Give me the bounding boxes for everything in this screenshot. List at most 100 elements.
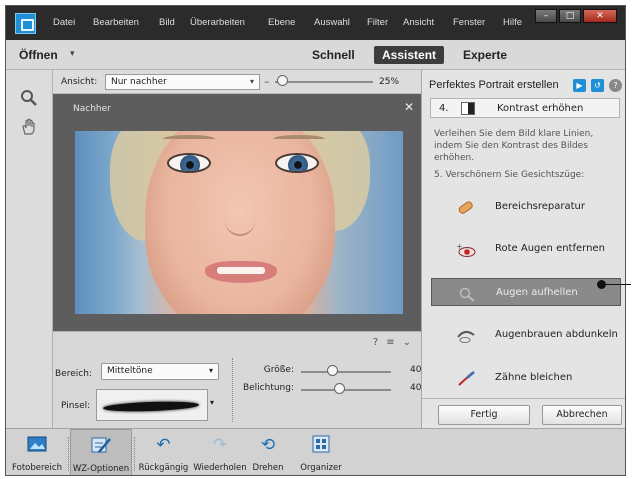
panel-icons: ▶ ↺ ? [573, 79, 622, 92]
tool-options-panel: ? ≡ ⌄ Bereich: Mitteltöne ▾ Pinsel: ▾ Gr… [53, 331, 421, 428]
belichtung-slider-track[interactable] [301, 389, 391, 391]
bereich-select[interactable]: Mitteltöne ▾ [101, 363, 219, 380]
undo-button[interactable]: ↶ Rückgängig [136, 429, 191, 475]
close-icon[interactable]: ✕ [404, 100, 414, 114]
close-window-button[interactable]: ✕ [583, 9, 617, 23]
groesse-slider-handle[interactable] [327, 365, 338, 376]
action-augen-aufhellen[interactable]: Augen aufhellen [431, 278, 621, 306]
pinsel-label: Pinsel: [61, 401, 91, 411]
zoom-out-icon[interactable]: – [264, 75, 270, 88]
action-zaehne-bleichen[interactable]: Zähne bleichen [431, 364, 621, 392]
groesse-value: 40 [410, 365, 422, 375]
window-controls: – □ ✕ [535, 9, 617, 23]
mode-bar: Öffnen ▾ Schnell Assistent Experte [6, 40, 625, 70]
fotobereich-button[interactable]: Fotobereich [8, 429, 66, 475]
step-description: Verleihen Sie dem Bild klare Linien, ind… [434, 129, 594, 163]
menu-filter[interactable]: Filter [367, 17, 388, 28]
step-4-row[interactable]: 4. Kontrast erhöhen [430, 98, 620, 118]
organizer-label: Organizer [300, 463, 342, 473]
open-dropdown-caret-icon[interactable]: ▾ [70, 49, 75, 59]
tool-options-icons: ? ≡ ⌄ [373, 337, 411, 348]
zoom-slider-handle[interactable] [277, 75, 288, 86]
portrait-photo[interactable] [75, 131, 403, 314]
fotobereich-label: Fotobereich [12, 463, 62, 473]
zoom-percent: 25% [379, 77, 400, 87]
section-label: 5. Verschönern Sie Gesichtszüge: [434, 170, 585, 180]
play-icon[interactable]: ▶ [573, 79, 586, 92]
whiten-teeth-icon [455, 370, 477, 388]
tab-assistent[interactable]: Assistent [374, 46, 445, 64]
toolbox [6, 70, 53, 428]
action-label: Bereichsreparatur [495, 201, 586, 212]
rotate-icon: ⟲ [260, 435, 276, 455]
help-icon[interactable]: ? [609, 79, 622, 92]
action-label: Zähne bleichen [495, 372, 573, 383]
bottom-task-bar: Fotobereich WZ-Optionen ↶ Rückgängig ↷ W… [6, 428, 625, 475]
tab-experte[interactable]: Experte [463, 48, 507, 62]
divider [134, 437, 135, 471]
rotate-button[interactable]: ⟲ Drehen [250, 429, 286, 475]
menu-ueberarbeiten[interactable]: Überarbeiten [190, 17, 245, 28]
view-select-value: Nur nachher [111, 77, 167, 87]
action-bereichsreparatur[interactable]: Bereichsreparatur [431, 193, 621, 221]
organizer-button[interactable]: Organizer [295, 429, 347, 475]
wz-optionen-button[interactable]: WZ-Optionen [70, 429, 132, 475]
eyebrow-icon [455, 327, 477, 345]
photo-bin-icon [25, 434, 49, 456]
app-window: Datei Bearbeiten Bild Überarbeiten Ebene… [5, 5, 626, 476]
menu-datei[interactable]: Datei [53, 17, 75, 28]
tool-options-icon [89, 435, 113, 457]
svg-text:+: + [456, 242, 463, 251]
bandage-icon [455, 199, 477, 217]
rotate-label: Drehen [252, 463, 284, 473]
wz-optionen-label: WZ-Optionen [72, 464, 130, 474]
redo-button[interactable]: ↷ Wiederholen [192, 429, 248, 475]
redo-label: Wiederholen [193, 463, 247, 473]
undo-icon: ↶ [156, 435, 171, 455]
menu-ansicht[interactable]: Ansicht [403, 17, 434, 28]
callout-dot [597, 280, 606, 289]
menu-fenster[interactable]: Fenster [453, 17, 485, 28]
belichtung-label: Belichtung: [242, 383, 294, 393]
panel-title: Perfektes Portrait erstellen [429, 79, 559, 91]
menu-ebene[interactable]: Ebene [268, 17, 295, 28]
app-logo-icon[interactable] [15, 13, 36, 34]
hand-tool-icon[interactable] [16, 115, 42, 139]
menu-bild[interactable]: Bild [159, 17, 175, 28]
belichtung-slider-handle[interactable] [334, 383, 345, 394]
reset-icon[interactable]: ↺ [591, 79, 604, 92]
editor-area: Ansicht: Nur nachher ▾ – 25% Nachher ✕ ?… [53, 70, 421, 428]
help-icon[interactable]: ? [373, 337, 378, 348]
open-button[interactable]: Öffnen [19, 48, 58, 62]
bereich-label: Bereich: [55, 369, 92, 379]
menu-bearbeiten[interactable]: Bearbeiten [93, 17, 139, 28]
options-menu-icon[interactable]: ≡ [386, 337, 394, 348]
minimize-button[interactable]: – [535, 9, 557, 23]
groesse-slider-track[interactable] [301, 371, 391, 373]
redo-icon: ↷ [212, 435, 228, 455]
action-label: Augen aufhellen [496, 287, 578, 298]
bereich-select-value: Mitteltöne [107, 366, 153, 376]
done-button[interactable]: Fertig [438, 405, 530, 425]
chevron-down-icon: ▾ [208, 366, 213, 375]
action-label: Rote Augen entfernen [495, 243, 605, 254]
tab-schnell[interactable]: Schnell [312, 48, 355, 62]
panel-footer: Fertig Abbrechen [422, 398, 625, 428]
action-rote-augen[interactable]: + Rote Augen entfernen [431, 235, 621, 263]
contrast-icon [461, 102, 475, 115]
zoom-slider-track[interactable] [275, 81, 373, 83]
menu-auswahl[interactable]: Auswahl [314, 17, 350, 28]
view-label: Ansicht: [61, 77, 98, 87]
view-select[interactable]: Nur nachher ▾ [105, 74, 260, 90]
zoom-tool-icon[interactable] [16, 86, 42, 110]
menu-hilfe[interactable]: Hilfe [503, 17, 522, 28]
action-augenbrauen[interactable]: Augenbrauen abdunkeln [431, 321, 621, 349]
cancel-button[interactable]: Abbrechen [542, 405, 622, 425]
collapse-icon[interactable]: ⌄ [403, 337, 411, 348]
undo-label: Rückgängig [138, 463, 189, 473]
menubar: Datei Bearbeiten Bild Überarbeiten Ebene… [6, 6, 625, 40]
brush-preview[interactable] [96, 389, 208, 421]
brush-dropdown-icon[interactable]: ▾ [210, 398, 214, 407]
maximize-button[interactable]: □ [559, 9, 581, 23]
step-4-number: 4. [439, 103, 449, 114]
